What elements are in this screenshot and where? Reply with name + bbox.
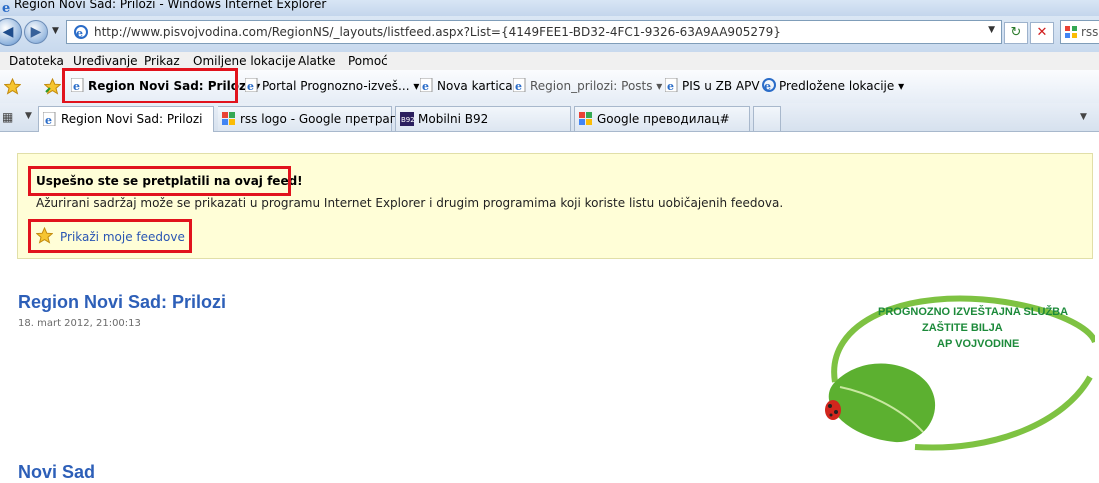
svg-text:B92: B92 <box>401 116 414 124</box>
favorite-highlight-box <box>62 68 238 104</box>
window-title: Region Novi Sad: Prilozi - Windows Inter… <box>14 0 327 11</box>
tab-list-dropdown-icon[interactable]: ▼ <box>25 111 32 121</box>
page-content: Uspešno ste se pretplatili na ovaj feed!… <box>0 132 1099 482</box>
google-icon <box>579 112 592 125</box>
ie-icon: e <box>2 1 10 14</box>
svg-text:e: e <box>247 80 254 92</box>
organization-logo: PROGNOZNO IZVEŠTAJNA SLUŽBA ZAŠTITE BILJ… <box>805 292 1095 452</box>
logo-line-1: PROGNOZNO IZVEŠTAJNA SLUŽBA <box>878 306 1069 318</box>
menu-favorites[interactable]: Omiljene lokacije <box>193 54 296 68</box>
address-url: http://www.pisvojvodina.com/RegionNS/_la… <box>94 25 781 39</box>
tab-region-novi-sad[interactable]: e Region Novi Sad: Prilozi <box>38 106 214 132</box>
back-button[interactable]: ◀ <box>0 18 22 46</box>
ie-icon: e <box>762 78 776 92</box>
google-icon <box>222 112 235 125</box>
address-bar[interactable]: e http://www.pisvojvodina.com/RegionNS/_… <box>66 20 1002 44</box>
search-input[interactable]: rss <box>1060 20 1099 44</box>
tab-rss-logo-google[interactable]: rss logo - Google претрага <box>218 106 403 131</box>
new-tab-button[interactable] <box>753 106 781 131</box>
svg-text:e: e <box>76 27 83 40</box>
svg-text:e: e <box>422 80 429 92</box>
b92-icon: B92 <box>400 112 414 126</box>
svg-text:e: e <box>2 1 10 14</box>
next-feed-title[interactable]: Novi Sad <box>18 462 95 483</box>
quick-tabs-icon[interactable]: ▦ <box>2 110 13 124</box>
svg-text:e: e <box>667 80 674 92</box>
tab-google-prevodilac[interactable]: Google преводилац# <box>574 106 750 131</box>
address-dropdown-icon[interactable]: ▼ <box>988 25 995 35</box>
favorites-bar: e Region Novi Sad: Prilozi ▾ e Portal Pr… <box>0 68 1099 104</box>
feeds-link-highlight <box>28 219 192 253</box>
window-titlebar: e Region Novi Sad: Prilozi - Windows Int… <box>0 0 1099 16</box>
search-text: rss <box>1081 25 1099 39</box>
logo-line-2: ZAŠTITE BILJA <box>922 322 1003 334</box>
recent-pages-dropdown-icon[interactable]: ▼ <box>52 26 59 36</box>
svg-text:e: e <box>515 80 522 92</box>
stop-icon[interactable]: ✕ <box>1030 22 1054 44</box>
ie-page-icon: e <box>245 78 258 92</box>
banner-title-highlight <box>28 166 291 196</box>
ie-page-icon: e <box>513 78 526 92</box>
navigation-bar: ◀ ▶ ▼ e http://www.pisvojvodina.com/Regi… <box>0 16 1099 52</box>
menu-file[interactable]: Datoteka <box>9 54 64 68</box>
page-ie-icon: e <box>74 25 88 40</box>
tab-mobilni-b92[interactable]: B92 Mobilni B92 <box>395 106 571 131</box>
ie-page-icon: e <box>665 78 678 92</box>
menu-help[interactable]: Pomoć <box>348 54 388 68</box>
home-dropdown-icon[interactable]: ▼ <box>1080 112 1087 122</box>
forward-button[interactable]: ▶ <box>24 20 48 44</box>
favorites-star-icon[interactable] <box>4 78 21 95</box>
banner-description: Ažurirani sadržaj može se prikazati u pr… <box>36 196 784 210</box>
menu-edit[interactable]: Uređivanje <box>73 54 138 68</box>
menu-view[interactable]: Prikaz <box>144 54 180 68</box>
tab-bar: ▦ ▼ e Region Novi Sad: Prilozi ✕ rss log… <box>0 103 1099 226</box>
ie-page-icon: e <box>420 78 433 92</box>
ie-page-icon: e <box>43 112 56 126</box>
refresh-icon[interactable]: ↻ <box>1004 22 1028 44</box>
menu-tools[interactable]: Alatke <box>298 54 336 68</box>
feed-date: 18. mart 2012, 21:00:13 <box>18 318 141 329</box>
svg-text:e: e <box>764 80 771 92</box>
subscription-banner: Uspešno ste se pretplatili na ovaj feed!… <box>17 153 1093 259</box>
feed-title[interactable]: Region Novi Sad: Prilozi <box>18 292 226 313</box>
logo-line-3: AP VOJVODINE <box>937 338 1020 350</box>
add-to-favorites-bar-icon[interactable] <box>44 78 61 95</box>
search-provider-icon <box>1065 26 1077 38</box>
svg-text:e: e <box>45 114 52 126</box>
